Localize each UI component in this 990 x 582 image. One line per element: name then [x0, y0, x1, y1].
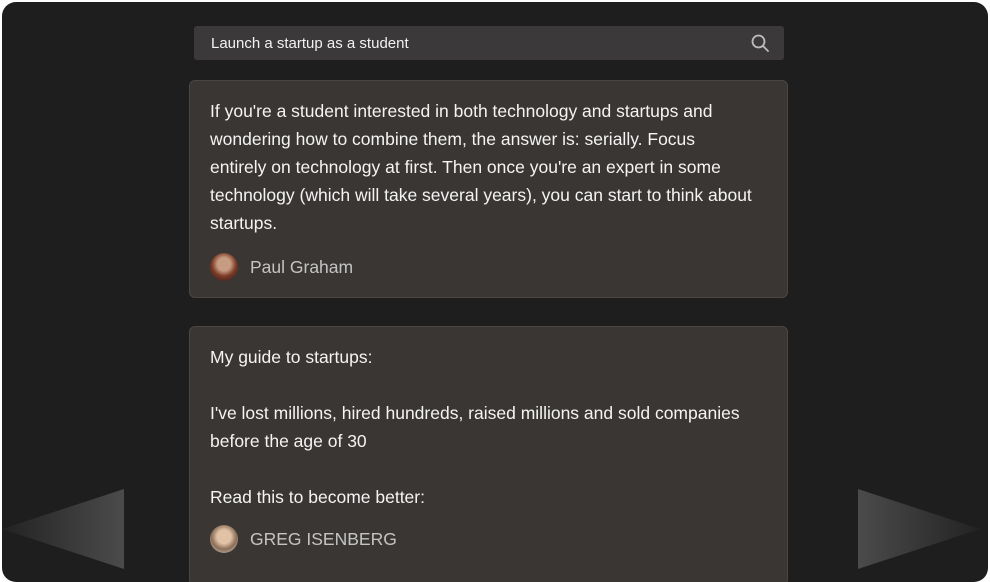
quote-line: I've lost millions, hired hundreds, rais… [210, 403, 740, 423]
quote-text: If you're a student interested in both t… [210, 97, 767, 237]
quote-line: before the age of 30 [210, 431, 367, 451]
quote-line: Read this to become better: [210, 487, 425, 507]
quote-line: My guide to startups: [210, 347, 373, 367]
avatar[interactable] [210, 253, 238, 281]
scroll-right-arrow[interactable] [858, 489, 980, 569]
search-input[interactable]: Launch a startup as a student [211, 35, 750, 52]
app-window: Launch a startup as a student If you're … [2, 2, 988, 582]
author-name[interactable]: GREG ISENBERG [250, 529, 397, 550]
search-icon[interactable] [750, 33, 770, 53]
author-row[interactable]: GREG ISENBERG [210, 525, 767, 553]
quote-line: startups. [210, 213, 278, 233]
quote-line: If you're a student interested in both t… [210, 101, 713, 121]
quote-line: wondering how to combine them, the answe… [210, 129, 696, 149]
quote-card[interactable]: My guide to startups: I've lost millions… [189, 326, 788, 582]
author-row[interactable]: Paul Graham [210, 253, 767, 281]
quote-line: entirely on technology at first. Then on… [210, 157, 721, 177]
quote-line [210, 455, 767, 483]
quote-text: My guide to startups: I've lost millions… [210, 343, 767, 511]
quote-card[interactable]: If you're a student interested in both t… [189, 80, 788, 298]
author-name[interactable]: Paul Graham [250, 257, 353, 278]
avatar[interactable] [210, 525, 238, 553]
quote-line: technology (which will take several year… [210, 185, 752, 205]
search-bar[interactable]: Launch a startup as a student [194, 26, 784, 60]
scroll-left-arrow[interactable] [2, 489, 124, 569]
quote-line [210, 371, 767, 399]
